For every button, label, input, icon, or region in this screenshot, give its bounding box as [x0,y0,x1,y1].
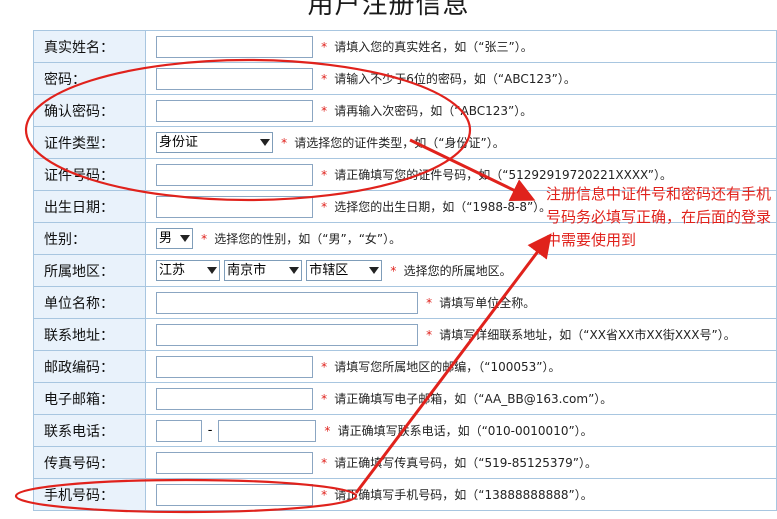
id-type-label: 证件类型： [33,126,146,159]
chevron-down-icon [260,139,270,146]
company-label: 单位名称： [33,286,146,319]
fax-label: 传真号码： [33,446,146,479]
id-type-hint: 请选择您的证件类型，如（“身份证”）。 [294,136,505,150]
email-label: 电子邮箱： [33,382,146,415]
id-type-select[interactable]: 身份证 [156,132,273,153]
birth-date-label: 出生日期： [33,190,146,223]
company-hint: 请填写单位全称。 [439,296,536,310]
row-fax: 传真号码： * 请正确填写传真号码，如（“519-85125379”）。 [33,446,777,479]
city-selected: 南京市 [227,263,267,278]
mobile-input[interactable] [156,483,313,506]
required-mark: * [390,263,397,278]
id-type-selected: 身份证 [159,135,199,150]
required-mark: * [426,327,433,342]
row-region: 所属地区： 江苏 南京市 市辖区 * 选择您的所属地区。 [33,254,777,287]
password-label: 密码： [33,62,146,95]
confirm-password-input[interactable] [156,99,313,122]
postcode-label: 邮政编码： [33,350,146,383]
annotation-note: 注册信息中证件号和密码还有手机号码务必填写正确，在后面的登录中需要使用到 [546,185,772,249]
required-mark: * [321,199,328,214]
required-mark: * [321,455,328,470]
province-select[interactable]: 江苏 [156,260,220,281]
chevron-down-icon [180,235,190,242]
required-mark: * [324,423,331,438]
postcode-hint: 请填写您所属地区的邮编，（“100053”）。 [334,360,561,374]
id-number-label: 证件号码： [33,158,146,191]
city-select[interactable]: 南京市 [224,260,303,281]
confirm-password-label: 确认密码： [33,94,146,127]
row-mobile: 手机号码： * 请正确填写手机号码，如（“13888888888”）。 [33,478,777,511]
real-name-input[interactable] [156,35,313,58]
row-postcode: 邮政编码： * 请填写您所属地区的邮编，（“100053”）。 [33,350,777,383]
gender-select[interactable]: 男 [156,228,193,249]
address-input[interactable] [156,323,418,346]
address-label: 联系地址： [33,318,146,351]
birth-date-hint: 选择您的出生日期，如（“1988-8-8”）。 [334,200,552,214]
row-email: 电子邮箱： * 请正确填写电子邮箱，如（“AA_BB@163.com”）。 [33,382,777,415]
chevron-down-icon [369,267,380,274]
id-number-hint: 请正确填写您的证件号码，如（“51292919720221XXXX”）。 [334,168,672,182]
password-hint: 请输入不少于6位的密码，如（“ABC123”）。 [334,72,576,86]
required-mark: * [321,487,328,502]
required-mark: * [321,71,328,86]
chevron-down-icon [289,267,300,274]
province-selected: 江苏 [159,263,186,278]
row-phone: 联系电话： - * 请正确填写联系电话，如（“010-0010010”）。 [33,414,777,447]
company-input[interactable] [156,291,418,314]
region-label: 所属地区： [33,254,146,287]
id-number-input[interactable] [156,163,313,186]
phone-separator: - [207,423,213,438]
fax-input[interactable] [156,451,313,474]
mobile-label: 手机号码： [33,478,146,511]
required-mark: * [321,167,328,182]
row-id-type: 证件类型： 身份证 * 请选择您的证件类型，如（“身份证”）。 [33,126,777,159]
required-mark: * [426,295,433,310]
confirm-password-hint: 请再输入次密码，如（“ABC123”）。 [334,104,533,118]
birth-date-input[interactable] [156,195,313,218]
real-name-hint: 请填入您的真实姓名，如（“张三”）。 [334,40,533,54]
row-confirm-password: 确认密码： * 请再输入次密码，如（“ABC123”）。 [33,94,777,127]
registration-form: 真实姓名： * 请填入您的真实姓名，如（“张三”）。 密码： * 请输入不少于6… [33,30,777,511]
chevron-down-icon [207,267,217,274]
password-input[interactable] [156,67,313,90]
row-company: 单位名称： * 请填写单位全称。 [33,286,777,319]
required-mark: * [321,359,328,374]
region-hint: 选择您的所属地区。 [403,264,512,278]
district-selected: 市辖区 [309,263,349,278]
gender-selected: 男 [159,231,173,246]
email-hint: 请正确填写电子邮箱，如（“AA_BB@163.com”）。 [334,392,613,406]
postcode-input[interactable] [156,355,313,378]
phone-number-input[interactable] [218,419,317,442]
phone-area-input[interactable] [156,419,202,442]
row-real-name: 真实姓名： * 请填入您的真实姓名，如（“张三”）。 [33,30,777,63]
mobile-hint: 请正确填写手机号码，如（“13888888888”）。 [334,488,593,502]
gender-label: 性别： [33,222,146,255]
fax-hint: 请正确填写传真号码，如（“519-85125379”）。 [334,456,598,470]
phone-hint: 请正确填写联系电话，如（“010-0010010”）。 [337,424,593,438]
required-mark: * [281,135,288,150]
gender-hint: 选择您的性别，如（“男”，“女”）。 [214,232,402,246]
address-hint: 请填写详细联系地址，如（“XX省XX市XX街XXX号”）。 [439,328,736,342]
row-password: 密码： * 请输入不少于6位的密码，如（“ABC123”）。 [33,62,777,95]
required-mark: * [201,231,208,246]
registration-page: 用户注册信息 真实姓名： * 请填入您的真实姓名，如（“张三”）。 密码： * … [0,0,777,519]
row-address: 联系地址： * 请填写详细联系地址，如（“XX省XX市XX街XXX号”）。 [33,318,777,351]
district-select[interactable]: 市辖区 [306,260,383,281]
required-mark: * [321,391,328,406]
email-input[interactable] [156,387,313,410]
real-name-label: 真实姓名： [33,30,146,63]
phone-label: 联系电话： [33,414,146,447]
required-mark: * [321,103,328,118]
required-mark: * [321,39,328,54]
page-title: 用户注册信息 [307,0,470,20]
